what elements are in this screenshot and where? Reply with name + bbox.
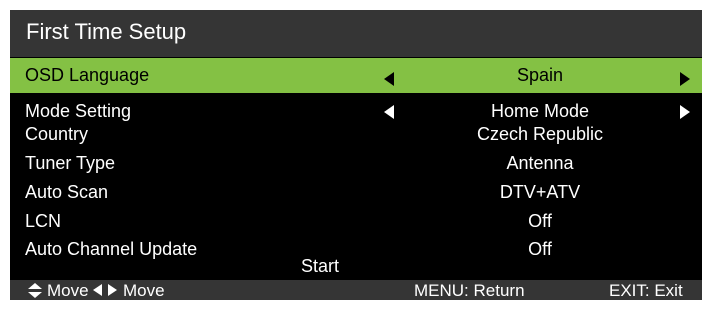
lcn-value: Off [528, 211, 552, 231]
exit-hint: EXIT: Exit [609, 281, 683, 300]
menu-title: First Time Setup [26, 19, 187, 44]
leftright-arrows-icon [93, 284, 117, 296]
country-value: Czech Republic [476, 124, 604, 144]
footer-hint-bar: Move Move MENU: Return EXIT: Exit [10, 280, 702, 300]
lcn-label: LCN [25, 211, 62, 231]
mode-setting-label: Mode Setting [25, 101, 132, 121]
right-arrow-icon[interactable] [680, 105, 690, 119]
tuner-type-value: Antenna [506, 153, 574, 173]
updown-arrows-icon [28, 283, 42, 298]
osd-language-label: OSD Language [25, 65, 150, 85]
left-arrow-icon[interactable] [384, 72, 394, 86]
menu-row-mode-setting[interactable]: Mode Setting Home Mode [10, 101, 702, 123]
mode-setting-value: Home Mode [490, 101, 590, 121]
right-arrow-icon[interactable] [680, 72, 690, 86]
left-arrow-icon[interactable] [384, 105, 394, 119]
osd-language-value: Spain [516, 65, 564, 85]
menu-return-hint: MENU: Return [414, 281, 525, 300]
auto-channel-update-label: Auto Channel Update [25, 239, 198, 259]
auto-channel-update-value: Off [528, 239, 552, 259]
tuner-type-label: Tuner Type [25, 153, 116, 173]
country-label: Country [25, 124, 89, 144]
move-updown-hint: Move [47, 281, 89, 300]
auto-scan-label: Auto Scan [25, 182, 109, 202]
menu-header: First Time Setup [10, 10, 702, 57]
setup-menu-panel: First Time Setup OSD Language Spain Mode… [10, 10, 702, 300]
auto-scan-value: DTV+ATV [499, 182, 581, 202]
menu-row-osd-language[interactable]: OSD Language Spain [10, 58, 702, 93]
start-button[interactable]: Start [301, 256, 339, 277]
move-leftright-hint: Move [123, 281, 165, 300]
